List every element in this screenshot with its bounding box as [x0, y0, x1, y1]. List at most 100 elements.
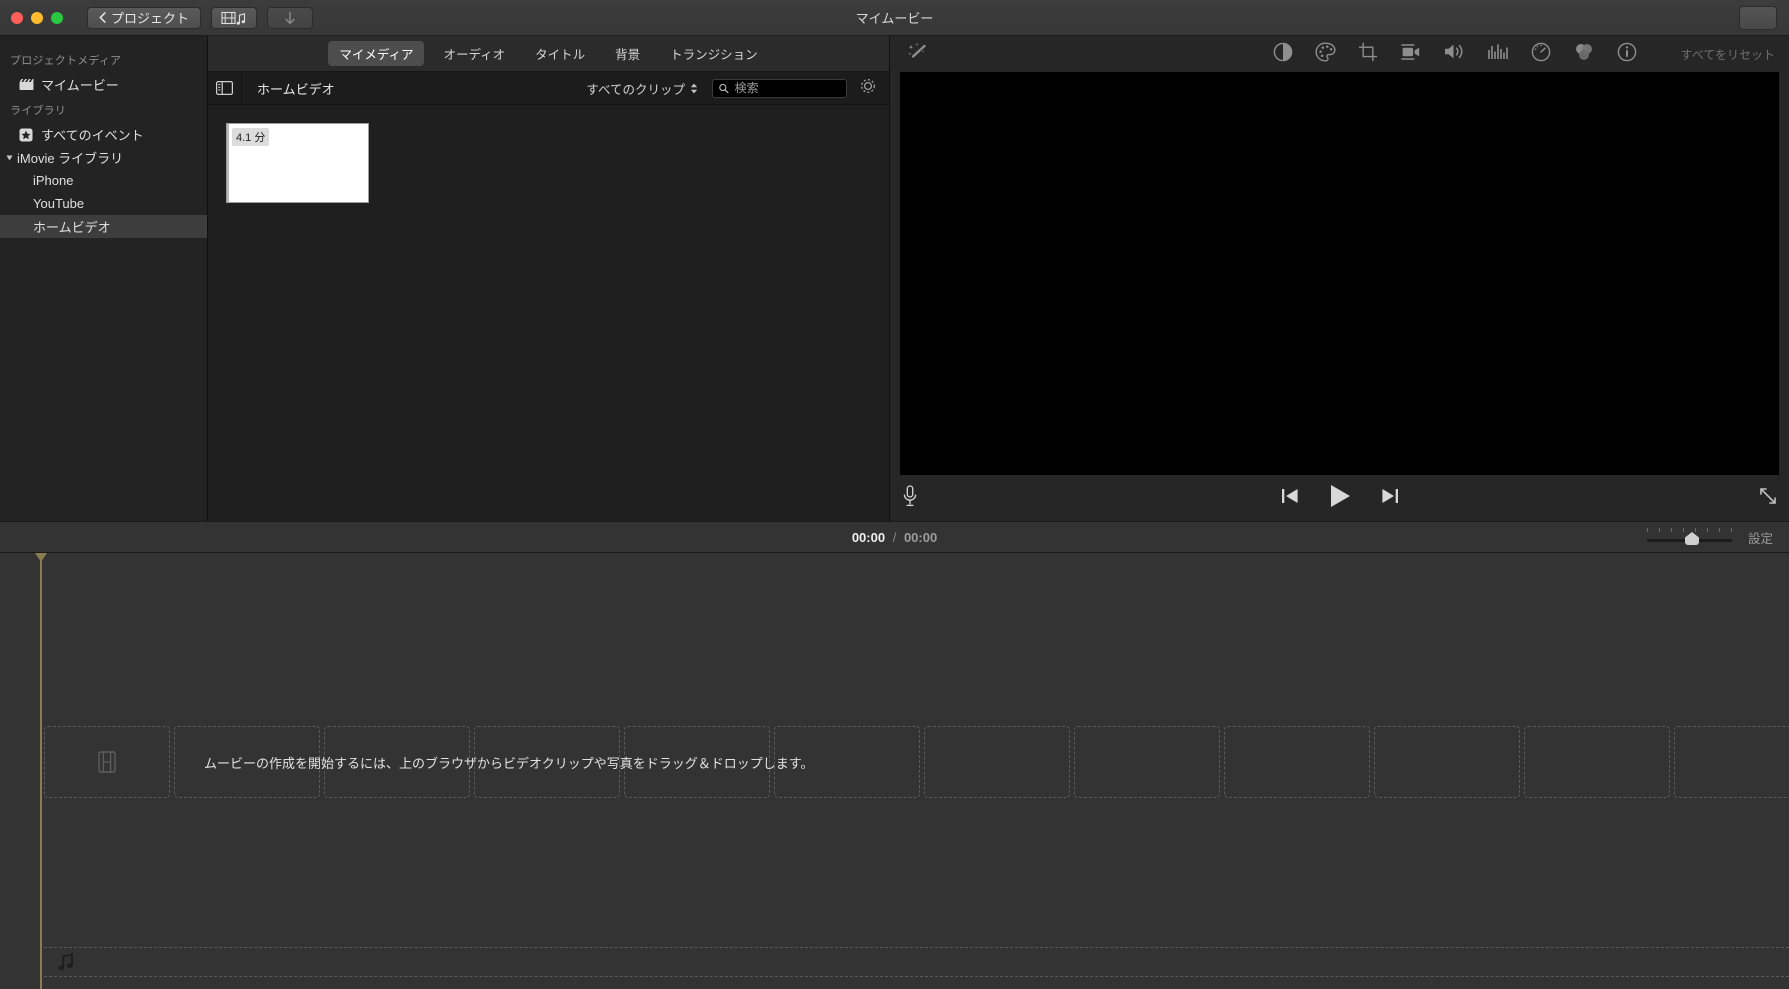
skip-next-button[interactable] — [1381, 487, 1399, 510]
volume-icon[interactable] — [1443, 42, 1465, 66]
browser-header: ホームビデオ すべてのクリップ — [208, 71, 889, 105]
search-icon — [719, 83, 729, 93]
timeline-toolbar: 00:00 / 00:00 設定 — [0, 521, 1789, 553]
sidebar-toggle-button[interactable] — [208, 71, 242, 105]
sidebar-item-iphone[interactable]: iPhone — [0, 169, 207, 192]
sidebar-item-imovie-library-label: iMovie ライブラリ — [17, 151, 124, 166]
chevron-down-icon[interactable] — [6, 155, 13, 160]
timeline-dropzone[interactable] — [1374, 726, 1520, 798]
zoom-button[interactable] — [51, 11, 63, 24]
timeline-dropzone[interactable] — [1524, 726, 1670, 798]
tab-transitions[interactable]: トランジション — [659, 41, 769, 66]
title-bar: プロジェクト マイムービー — [0, 0, 1789, 36]
import-media-button[interactable] — [211, 6, 258, 29]
gear-icon — [861, 78, 875, 93]
timeline-dropzones[interactable]: ムービーの作成を開始するには、上のブラウザからビデオクリップや写真をドラッグ＆ド… — [44, 726, 1789, 798]
star-box-icon — [18, 128, 34, 142]
sidebar-item-my-movie-label: マイムービー — [41, 78, 119, 93]
clip-filter-label: すべてのクリップ — [586, 82, 685, 97]
timeline-zoom-slider[interactable] — [1646, 527, 1732, 547]
timeline-dropzone[interactable] — [1224, 726, 1370, 798]
sidebar-item-iphone-label: iPhone — [33, 173, 74, 188]
timeline-dropzone[interactable] — [1074, 726, 1220, 798]
tab-titles[interactable]: タイトル — [524, 41, 596, 66]
clip-filter-dropdown[interactable]: すべてのクリップ — [586, 79, 698, 98]
sidebar-item-youtube-label: YouTube — [33, 196, 85, 211]
transport-controls — [890, 483, 1789, 514]
media-browser: マイメディア オーディオ タイトル 背景 トランジション ホームビデオ すべての… — [208, 36, 889, 521]
sidebar-item-youtube[interactable]: YouTube — [0, 192, 207, 215]
zoom-slider-ticks — [1646, 528, 1732, 532]
tab-backgrounds[interactable]: 背景 — [604, 41, 651, 66]
browser-title: ホームビデオ — [257, 81, 335, 97]
viewer-panel: すべてをリセット — [889, 36, 1789, 521]
window-controls — [11, 11, 63, 24]
sidebar-header-project-media: プロジェクトメディア — [10, 55, 122, 67]
clip-duration-badge: 4.1 分 — [232, 128, 270, 146]
playhead[interactable] — [35, 553, 47, 989]
search-input[interactable] — [734, 81, 840, 95]
tab-my-media[interactable]: マイメディア — [328, 41, 425, 66]
speed-icon[interactable] — [1531, 42, 1551, 67]
timeline-audio-track[interactable] — [44, 947, 1789, 977]
timeline-empty-message: ムービーの作成を開始するには、上のブラウザからビデオクリップや写真をドラッグ＆ド… — [204, 755, 814, 771]
total-time: 00:00 — [903, 529, 938, 545]
share-button[interactable] — [1739, 6, 1777, 30]
back-to-projects-button[interactable]: プロジェクト — [87, 6, 202, 29]
clip-edge-marker — [227, 124, 229, 202]
play-button[interactable] — [1327, 483, 1353, 514]
sidebar-item-imovie-library[interactable]: iMovie ライブラリ — [0, 146, 207, 169]
timeline-dropzone[interactable] — [924, 726, 1070, 798]
reset-all-button[interactable]: すべてをリセット — [1681, 46, 1775, 63]
equalizer-icon[interactable] — [1487, 43, 1509, 66]
film-music-icon — [221, 11, 246, 25]
play-icon — [1330, 484, 1350, 507]
close-button[interactable] — [11, 11, 23, 24]
inspector-tools — [1273, 41, 1637, 67]
timeline[interactable]: ムービーの作成を開始するには、上のブラウザからビデオクリップや写真をドラッグ＆ド… — [0, 553, 1789, 989]
download-arrow-icon — [285, 11, 295, 24]
stabilization-icon[interactable] — [1400, 42, 1421, 67]
upper-region: プロジェクトメディア マイムービー ライブラリ すべてのイベント iMovie … — [0, 36, 1789, 521]
browser-tabbar: マイメディア オーディオ タイトル 背景 トランジション — [208, 36, 889, 72]
sidebar-header-library: ライブラリ — [10, 105, 66, 117]
auto-enhance-button[interactable] — [908, 42, 930, 67]
sidebar-item-home-video-label: ホームビデオ — [33, 220, 111, 235]
film-strip-icon — [98, 751, 116, 773]
magic-wand-icon — [908, 42, 926, 58]
music-note-icon — [58, 953, 73, 971]
media-clip[interactable]: 4.1 分 — [226, 123, 369, 203]
download-button[interactable] — [267, 6, 314, 29]
sidebar-toggle-icon — [216, 81, 233, 95]
timeline-dropzone[interactable] — [44, 726, 170, 798]
sidebar-item-all-events-label: すべてのイベント — [41, 128, 144, 143]
timecode-separator: / — [892, 529, 897, 545]
sidebar-item-my-movie[interactable]: マイムービー — [0, 73, 207, 96]
color-correction-icon[interactable] — [1315, 41, 1336, 67]
skip-previous-icon — [1281, 488, 1298, 503]
color-balance-icon[interactable] — [1273, 42, 1293, 67]
minimize-button[interactable] — [31, 11, 43, 24]
fullscreen-button[interactable] — [1759, 487, 1777, 510]
info-icon[interactable] — [1617, 42, 1637, 67]
microphone-icon — [903, 484, 917, 506]
inspector-toolbar: すべてをリセット — [890, 36, 1789, 72]
sidebar: プロジェクトメディア マイムービー ライブラリ すべてのイベント iMovie … — [0, 36, 208, 521]
skip-next-icon — [1381, 488, 1398, 503]
sidebar-item-all-events[interactable]: すべてのイベント — [0, 123, 207, 146]
video-preview[interactable] — [900, 72, 1779, 475]
filters-icon[interactable] — [1573, 42, 1595, 67]
back-to-projects-label: プロジェクト — [111, 11, 190, 26]
voiceover-button[interactable] — [902, 484, 918, 512]
crop-icon[interactable] — [1358, 42, 1378, 67]
browser-settings-button[interactable] — [859, 77, 877, 100]
clip-grid: 4.1 分 — [208, 105, 889, 521]
player-controls — [890, 475, 1789, 521]
skip-previous-button[interactable] — [1281, 487, 1299, 510]
timeline-dropzone[interactable] — [1674, 726, 1789, 798]
chevron-left-icon — [99, 12, 106, 23]
tab-audio[interactable]: オーディオ — [432, 41, 516, 66]
zoom-slider-thumb[interactable] — [1684, 532, 1699, 545]
sidebar-item-home-video[interactable]: ホームビデオ — [0, 215, 207, 238]
search-field[interactable] — [712, 78, 847, 98]
